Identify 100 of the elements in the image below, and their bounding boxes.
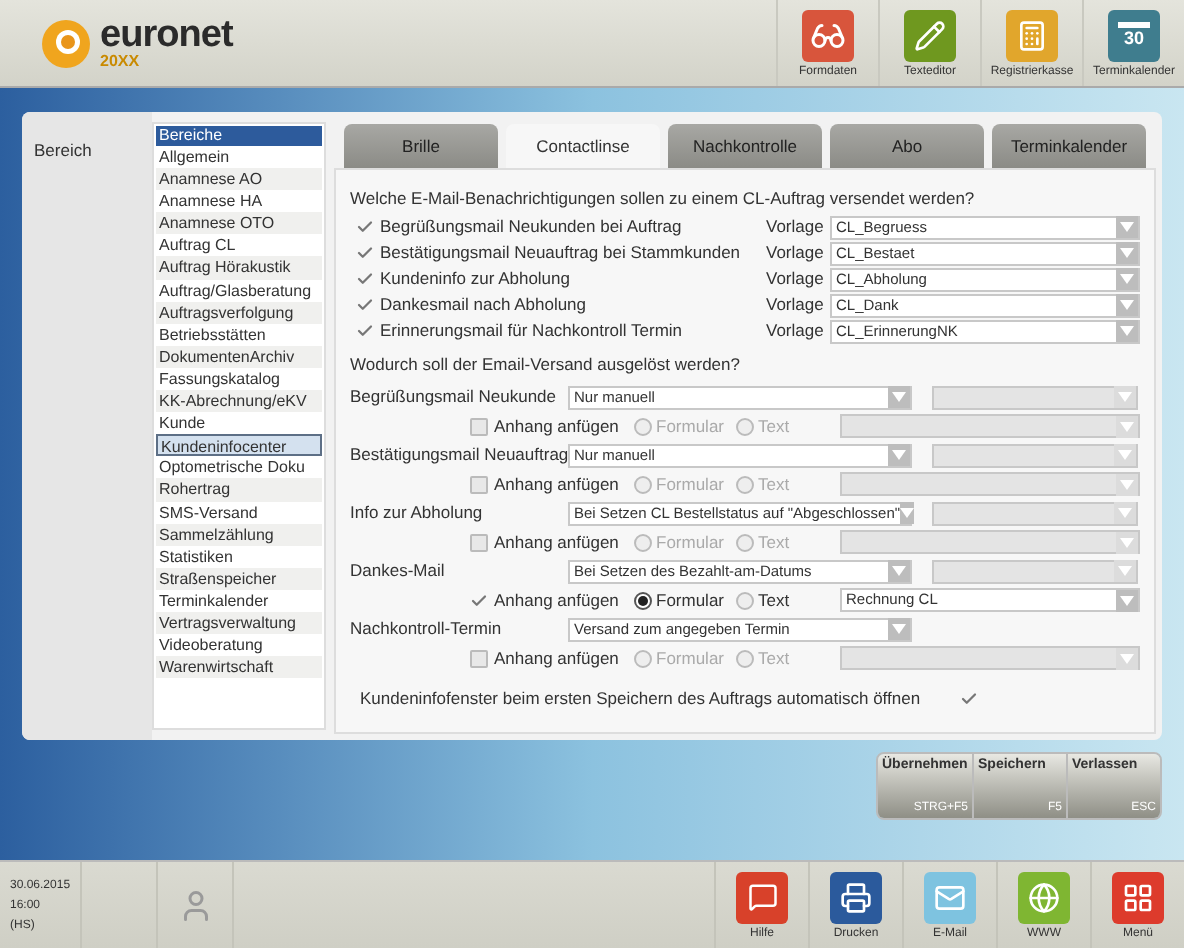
caret-icon	[1116, 242, 1138, 264]
mail-icon	[924, 871, 976, 923]
caret-icon	[1114, 444, 1136, 466]
checkbox[interactable]	[470, 417, 488, 435]
caret-icon	[900, 502, 915, 524]
logo-edition: 20XX	[100, 54, 142, 70]
option-label: Anhang anfügen	[494, 645, 621, 671]
option-label: Bestätigungsmail Neuauftrag bei Stammkunden	[380, 240, 743, 266]
logo-icon	[40, 17, 92, 69]
checkbox[interactable]	[470, 533, 488, 551]
glasses-icon	[802, 9, 854, 61]
field-label: Info zur Abholung	[350, 500, 485, 526]
option-label: Anhang anfügen	[494, 413, 621, 439]
option-label: Anhang anfügen	[494, 471, 621, 497]
caret-icon	[1114, 386, 1136, 408]
secondary-dropdown[interactable]	[932, 385, 1138, 409]
caret-icon	[1116, 216, 1138, 238]
list-item[interactable]: DokumentenArchiv	[156, 345, 322, 368]
option-label: Anhang anfügen	[494, 587, 621, 613]
caret-icon	[1116, 531, 1138, 553]
list-item[interactable]: Anamnese OTO	[156, 212, 322, 235]
calculator-icon	[1006, 9, 1058, 61]
field-label: Vorlage	[766, 266, 826, 292]
list-item[interactable]: Auftrag CL	[156, 234, 322, 257]
pencil-icon	[904, 9, 956, 61]
checkbox[interactable]	[960, 689, 978, 707]
field-label: Dankes-Mail	[350, 558, 447, 584]
tab[interactable]: Terminkalender	[992, 124, 1146, 168]
question-text: Welche E-Mail-Benachrichtigungen sollen zu einem CL-Auftrag versendet werden?	[350, 188, 977, 208]
checkbox[interactable]	[356, 244, 374, 262]
list-item[interactable]: Anamnese AO	[156, 168, 322, 191]
field-label: Vorlage	[766, 240, 826, 266]
list-item[interactable]: Auftrag/Glasberatung	[156, 279, 322, 302]
list-item[interactable]: Kundeninfocenter	[156, 434, 322, 457]
checkbox[interactable]	[470, 649, 488, 667]
caret-icon	[888, 444, 910, 466]
list-item[interactable]: Straßenspeicher	[156, 567, 322, 590]
calendar-icon: 30	[1108, 9, 1160, 61]
list-header: Bereiche	[156, 126, 322, 146]
tab[interactable]: Brille	[344, 124, 498, 168]
option-label: Dankesmail nach Abholung	[380, 292, 589, 318]
list-item[interactable]: Optometrische Doku	[156, 456, 322, 479]
field-label: Bestätigungsmail Neuauftrag	[350, 442, 568, 468]
field-label: Begrüßungsmail Neukunde	[350, 384, 559, 410]
option-label: Kundeninfofenster beim ersten Speichern des Auftrags automatisch öffnen	[360, 685, 923, 711]
attachment-dropdown[interactable]	[840, 414, 1140, 438]
field-label: Vorlage	[766, 292, 826, 318]
logo-wordmark: euronet	[100, 16, 233, 54]
attachment-dropdown[interactable]	[840, 646, 1140, 670]
caret-icon	[1116, 268, 1138, 290]
option-label: Kundeninfo zur Abholung	[380, 266, 572, 292]
option-label: Erinnerungsmail für Nachkontroll Termin	[380, 318, 685, 344]
attachment-dropdown[interactable]	[840, 530, 1140, 554]
tab[interactable]: Contactlinse	[506, 124, 660, 168]
caret-icon	[1116, 294, 1138, 316]
list-item[interactable]: Auftrag Hörakustik	[156, 256, 322, 280]
caret-icon	[1116, 320, 1138, 342]
tab[interactable]: Abo	[830, 124, 984, 168]
checkbox[interactable]	[356, 270, 374, 288]
list-item[interactable]: SMS-Versand	[156, 501, 322, 524]
checkbox[interactable]	[470, 475, 488, 493]
list-item[interactable]: Anamnese HA	[156, 190, 322, 213]
caret-icon	[1116, 415, 1138, 437]
field-label: Vorlage	[766, 214, 826, 240]
caret-icon	[1116, 589, 1138, 611]
option-label: Begrüßungsmail Neukunden bei Auftrag	[380, 214, 684, 240]
list-item[interactable]: Rohertrag	[156, 478, 322, 501]
radio-button[interactable]: Text	[736, 587, 790, 613]
list-item[interactable]: Warenwirtschaft	[156, 656, 322, 679]
secondary-dropdown[interactable]	[932, 501, 1138, 525]
caret-icon	[1116, 473, 1138, 495]
caret-icon	[888, 386, 910, 408]
list-item[interactable]: KK-Abrechnung/eKV	[156, 390, 322, 413]
list-item[interactable]: Statistiken	[156, 545, 322, 568]
printer-icon	[830, 871, 882, 923]
globe-icon	[1018, 871, 1070, 923]
caret-icon	[888, 618, 910, 640]
checkbox[interactable]	[356, 296, 374, 314]
field-label: Nachkontroll-Termin	[350, 616, 504, 642]
field-label: Bereich	[34, 140, 92, 160]
question-text: Wodurch soll der Email-Versand ausgelöst werden?	[350, 354, 742, 374]
caret-icon	[888, 560, 910, 582]
secondary-dropdown[interactable]	[932, 559, 1138, 583]
caret-icon	[1114, 560, 1136, 582]
grid-icon	[1112, 871, 1164, 923]
radio-button[interactable]: Formular	[634, 587, 725, 613]
list-item[interactable]: Sammelzählung	[156, 523, 322, 546]
help-icon	[736, 871, 788, 923]
checkbox[interactable]	[356, 218, 374, 236]
list-item[interactable]: Auftragsverfolgung	[156, 301, 322, 324]
option-label: Anhang anfügen	[494, 529, 621, 555]
checkbox[interactable]	[470, 591, 488, 609]
tab[interactable]: Nachkontrolle	[668, 124, 822, 168]
caret-icon	[1114, 502, 1136, 524]
attachment-dropdown[interactable]	[840, 472, 1140, 496]
secondary-dropdown[interactable]	[932, 443, 1138, 467]
list-item[interactable]: Vertragsverwaltung	[156, 611, 322, 635]
field-label: Vorlage	[766, 318, 826, 344]
checkbox[interactable]	[356, 322, 374, 340]
caret-icon	[1116, 647, 1138, 669]
